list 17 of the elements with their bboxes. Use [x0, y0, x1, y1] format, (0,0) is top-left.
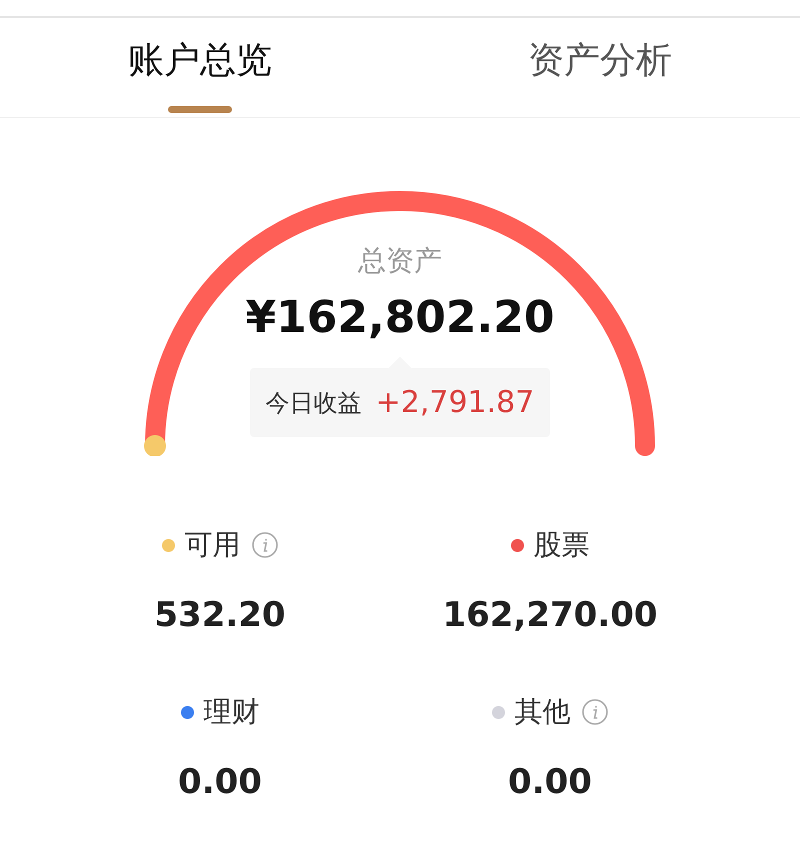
today-earnings-label: 今日收益	[266, 388, 362, 418]
asset-value: 162,270.00	[442, 594, 658, 637]
tab-indicator	[168, 106, 232, 113]
asset-label: 股票	[534, 527, 590, 563]
asset-value: 532.20	[154, 594, 286, 637]
asset-label: 其他	[514, 694, 570, 730]
asset-value: 0.00	[178, 761, 262, 804]
asset-label: 可用	[184, 527, 240, 563]
info-icon[interactable]	[250, 531, 278, 559]
asset-label: 理财	[204, 694, 260, 730]
asset-value: 0.00	[508, 761, 592, 804]
tab[interactable]: 资产分析	[400, 18, 800, 117]
tab[interactable]: 账户总览	[0, 18, 400, 117]
total-assets-label: 总资产	[358, 243, 442, 279]
info-icon[interactable]	[580, 698, 608, 726]
today-earnings-value: +2,791.87	[376, 384, 534, 422]
total-assets-amount: ¥162,802.20	[246, 296, 554, 340]
